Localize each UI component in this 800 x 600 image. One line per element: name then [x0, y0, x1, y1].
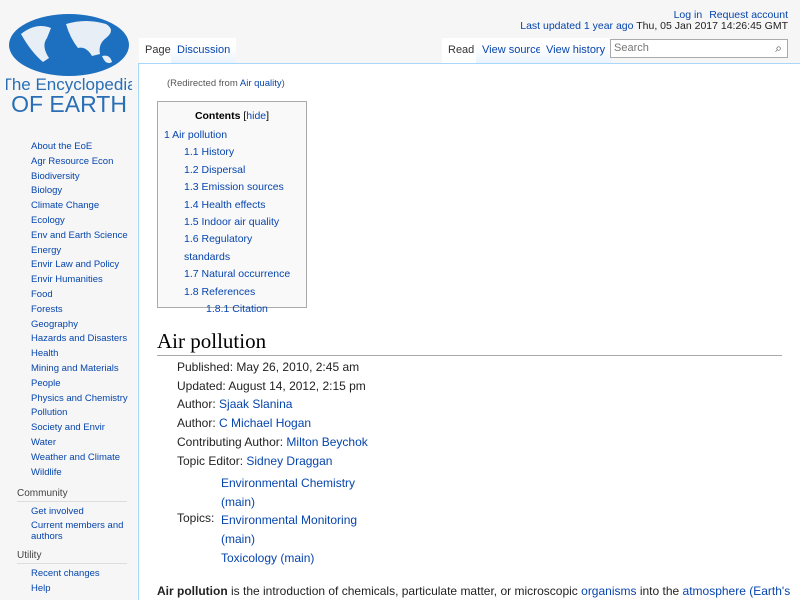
- sidebar-item[interactable]: Physics and Chemistry: [31, 392, 138, 407]
- meta-line: Author: Sjaak Slanina: [177, 397, 293, 412]
- sidebar-item[interactable]: Health: [31, 347, 138, 362]
- meta-line: Topic Editor: Sidney Draggan: [177, 453, 333, 468]
- tab-view-source[interactable]: View source: [476, 38, 548, 63]
- tab-read[interactable]: Read: [442, 38, 481, 63]
- table-of-contents: Contents [hide] 1 Air pollution 1.1 Histo…: [157, 101, 307, 315]
- intro-paragraph: Air pollution is the introduction of che…: [157, 584, 791, 598]
- toc-item[interactable]: 1.5 Indoor air quality: [164, 214, 300, 231]
- utility-heading: Utility: [17, 550, 127, 565]
- author-link[interactable]: Sidney Draggan: [246, 454, 332, 468]
- toc-item[interactable]: 1.4 Health effects: [164, 197, 300, 214]
- toc-item[interactable]: 1 Air pollution: [164, 127, 300, 144]
- sidebar-item[interactable]: Pollution: [31, 406, 138, 421]
- sidebar-item[interactable]: Env and Earth Science: [31, 229, 138, 244]
- sidebar-item[interactable]: Biology: [31, 184, 138, 199]
- sidebar-item[interactable]: Ecology: [31, 214, 138, 229]
- content: (Redirected from Air quality) Contents […: [138, 63, 800, 600]
- sidebar-item[interactable]: Geography: [31, 318, 138, 333]
- search-icon[interactable]: ⌕: [775, 41, 782, 56]
- toc-item[interactable]: 1.3 Emission sources: [164, 179, 300, 196]
- toc-item[interactable]: 1.7 Natural occurrence: [164, 266, 300, 283]
- meta-line: Updated: August 14, 2012, 2:15 pm: [177, 378, 366, 393]
- redirect-link[interactable]: Air quality: [240, 78, 282, 89]
- sidebar-item[interactable]: Water: [31, 436, 138, 451]
- topic-link[interactable]: Environmental Monitoring (main): [221, 511, 361, 548]
- tab-view-history[interactable]: View history: [540, 38, 612, 63]
- toc-hide-link[interactable]: hide: [246, 110, 266, 122]
- site-logo[interactable]: The Encyclopedia OF EARTH: [1, 12, 137, 117]
- sidebar-item-help[interactable]: Help: [31, 582, 138, 597]
- author-link[interactable]: Sjaak Slanina: [219, 397, 292, 411]
- meta-line: Published: May 26, 2010, 2:45 am: [177, 360, 360, 374]
- toc-item[interactable]: 1.6 Regulatory standards: [164, 231, 300, 266]
- page-title: Air pollution: [157, 329, 782, 356]
- meta-line: Contributing Author: Milton Beychok: [177, 434, 368, 449]
- toc-title: Contents: [194, 110, 241, 122]
- sidebar-item[interactable]: Biodiversity: [31, 170, 138, 185]
- sidebar: About the EoE Agr Resource Econ Biodiversi…: [0, 140, 138, 597]
- last-updated-link[interactable]: Last updated 1 year ago: [520, 20, 633, 32]
- topics-label: Topics:: [177, 511, 215, 525]
- community-heading: Community: [17, 488, 127, 503]
- topic-link[interactable]: Environmental Chemistry (main): [221, 474, 361, 511]
- sidebar-item[interactable]: Climate Change: [31, 199, 138, 214]
- sidebar-item[interactable]: Weather and Climate: [31, 451, 138, 466]
- redirect-note: (Redirected from Air quality): [167, 78, 285, 89]
- sidebar-item[interactable]: Mining and Materials: [31, 362, 138, 377]
- author-link[interactable]: Milton Beychok: [286, 435, 367, 449]
- sidebar-item[interactable]: Wildlife: [31, 466, 138, 481]
- search-input[interactable]: Search ⌕: [610, 39, 788, 58]
- sidebar-item[interactable]: Hazards and Disasters: [31, 332, 138, 347]
- sidebar-item[interactable]: Envir Law and Policy: [31, 258, 138, 273]
- organisms-link[interactable]: organisms: [581, 584, 636, 598]
- topic-link[interactable]: Toxicology (main): [221, 549, 361, 568]
- toc-item[interactable]: 1.8 References: [164, 284, 300, 301]
- tab-discussion[interactable]: Discussion: [171, 38, 237, 63]
- meta-line: Author: C Michael Hogan: [177, 416, 312, 431]
- sidebar-item-recent-changes[interactable]: Recent changes: [31, 567, 138, 582]
- sidebar-item[interactable]: Energy: [31, 244, 138, 259]
- atmosphere-link[interactable]: atmosphere (Earth's: [683, 584, 791, 598]
- sidebar-item-get-involved[interactable]: Get involved: [31, 505, 138, 520]
- sidebar-item[interactable]: About the EoE: [31, 140, 138, 155]
- sidebar-item-current-members[interactable]: Current members and authors: [31, 520, 138, 542]
- toc-item[interactable]: 1.8.1 Citation: [164, 301, 300, 318]
- svg-text:OF EARTH: OF EARTH: [11, 91, 127, 116]
- toc-item[interactable]: 1.1 History: [164, 144, 300, 161]
- sidebar-item[interactable]: People: [31, 377, 138, 392]
- sidebar-item[interactable]: Forests: [31, 303, 138, 318]
- author-link[interactable]: C Michael Hogan: [219, 416, 311, 430]
- sidebar-nav: About the EoE Agr Resource Econ Biodiversi…: [31, 140, 138, 480]
- sidebar-item[interactable]: Envir Humanities: [31, 273, 138, 288]
- toc-item[interactable]: 1.2 Dispersal: [164, 162, 300, 179]
- sidebar-item[interactable]: Society and Envir: [31, 421, 138, 436]
- last-updated: Last updated 1 year ago Thu, 05 Jan 2017…: [520, 20, 788, 32]
- sidebar-item[interactable]: Food: [31, 288, 138, 303]
- sidebar-item[interactable]: Agr Resource Econ: [31, 155, 138, 170]
